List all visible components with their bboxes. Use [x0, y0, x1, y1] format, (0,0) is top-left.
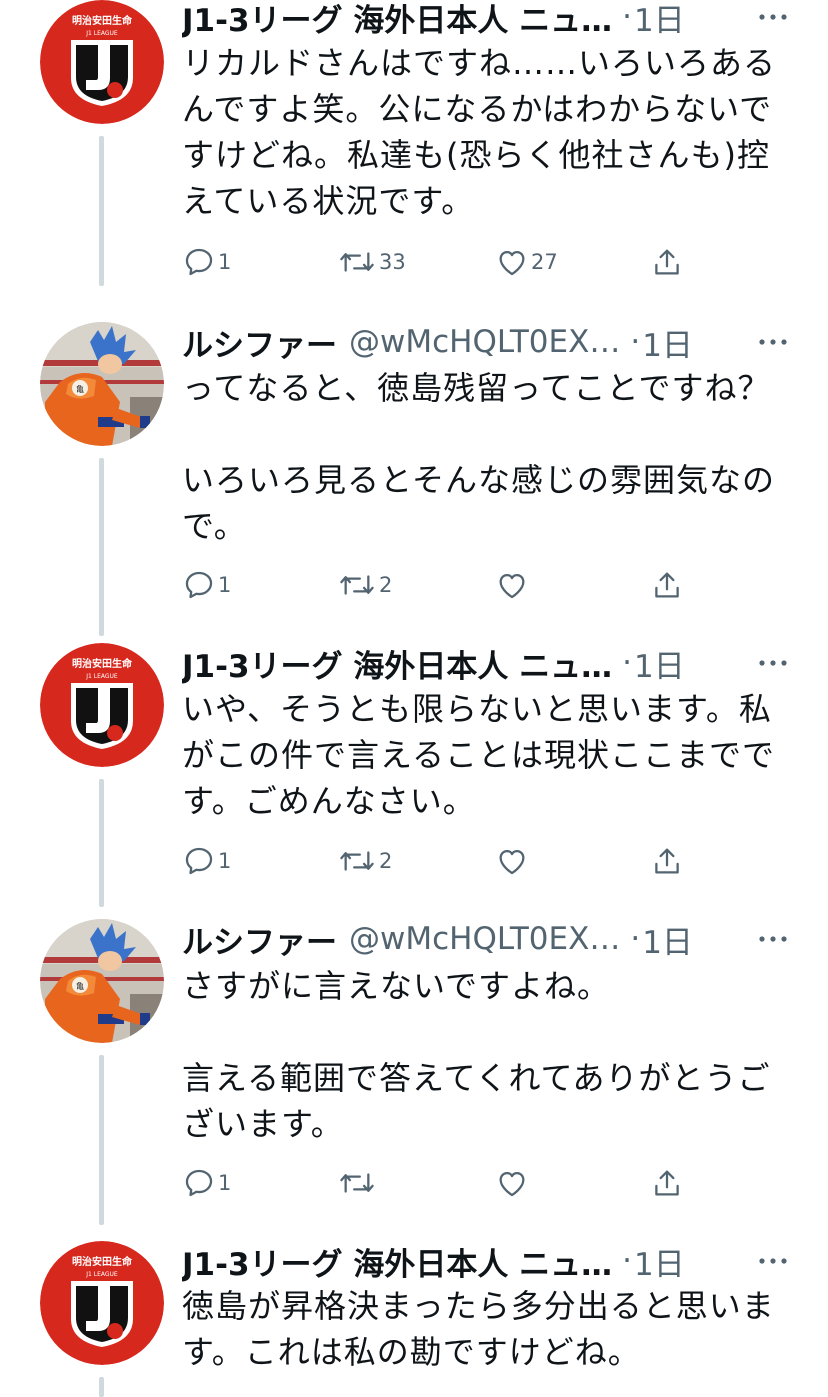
reply-icon — [185, 1169, 213, 1197]
avatar[interactable]: 亀 — [40, 322, 164, 446]
like-count: 27 — [531, 250, 558, 274]
tweet-text: リカルドさんはですね……いろいろあるんですよ笑。公になるかはわからないですけどね… — [182, 44, 777, 220]
more-options-icon[interactable] — [744, 0, 788, 37]
thread-connector-line — [99, 458, 104, 636]
share-icon — [655, 572, 679, 598]
avatar[interactable]: 亀 — [40, 919, 164, 1043]
reply-icon — [185, 847, 213, 875]
thread-connector-line — [99, 1055, 104, 1225]
author-name[interactable]: J1-3リーグ 海外日本人 ニュ… — [182, 641, 612, 686]
heart-icon — [499, 250, 525, 276]
timestamp[interactable]: 1日 — [642, 917, 693, 962]
retweet-count: 2 — [379, 573, 393, 597]
separator-dot: · — [622, 645, 632, 681]
reply-button[interactable]: 1 — [182, 841, 231, 881]
reply-icon — [185, 248, 213, 276]
separator-dot: · — [622, 1243, 632, 1279]
author-name[interactable]: ルシファー — [182, 917, 337, 962]
retweet-count: 2 — [379, 849, 393, 873]
reply-icon — [185, 571, 213, 599]
reply-count: 1 — [218, 849, 232, 873]
share-icon — [655, 848, 679, 874]
jleague-logo-icon: 明治安田生命 J1 LEAGUE — [40, 0, 164, 124]
tweet-text: いや、そうとも限らないと思います。私がこの件で言えることは現状ここまでです。ごめ… — [182, 690, 776, 820]
heart-icon — [499, 849, 525, 875]
svg-text:明治安田生命: 明治安田生命 — [72, 657, 133, 670]
svg-text:J1 LEAGUE: J1 LEAGUE — [85, 30, 118, 37]
more-options-icon[interactable] — [744, 322, 788, 362]
retweet-button[interactable]: 2 — [337, 841, 392, 881]
reply-button[interactable]: 1 — [182, 242, 231, 282]
retweet-icon — [340, 1173, 374, 1193]
separator-dot: · — [622, 0, 632, 35]
svg-text:J1 LEAGUE: J1 LEAGUE — [85, 673, 118, 680]
heart-icon — [499, 1171, 525, 1197]
separator-dot: · — [630, 921, 641, 957]
avatar[interactable]: 明治安田生命 J1 LEAGUE — [40, 643, 164, 767]
retweet-icon — [340, 575, 374, 595]
retweet-icon — [340, 252, 374, 272]
like-button[interactable] — [495, 1163, 531, 1203]
more-options-icon[interactable] — [744, 1241, 788, 1281]
separator-dot: · — [630, 324, 641, 360]
jleague-logo-icon: 明治安田生命 J1 LEAGUE — [40, 643, 164, 767]
timestamp[interactable]: 1日 — [642, 320, 693, 365]
more-dots-icon — [759, 14, 787, 20]
thread-connector-line — [99, 136, 104, 286]
author-name[interactable]: J1-3リーグ 海外日本人 ニュ… — [182, 0, 612, 40]
retweet-button[interactable]: 2 — [337, 565, 392, 605]
retweet-icon — [340, 851, 374, 871]
author-handle[interactable]: @wMcHQLT0EX… — [349, 921, 620, 957]
author-name[interactable]: ルシファー — [182, 320, 337, 365]
share-button[interactable] — [650, 565, 684, 605]
reply-button[interactable]: 1 — [182, 565, 231, 605]
tweet-text: 徳島が昇格決まったら多分出ると思います。これは私の勘ですけどね。 — [182, 1287, 775, 1371]
author-handle[interactable]: @wMcHQLT0EX… — [349, 324, 620, 360]
retweet-button[interactable]: 33 — [337, 242, 406, 282]
goku-figure-photo-icon: 亀 — [40, 322, 164, 446]
heart-icon — [499, 573, 525, 599]
timestamp[interactable]: 1日 — [634, 1239, 685, 1284]
svg-text:明治安田生命: 明治安田生命 — [72, 1255, 133, 1268]
share-icon — [655, 249, 679, 275]
reply-button[interactable]: 1 — [182, 1163, 231, 1203]
more-dots-icon — [759, 339, 787, 345]
reply-count: 1 — [218, 573, 232, 597]
svg-text:亀: 亀 — [76, 384, 84, 394]
share-button[interactable] — [650, 242, 684, 282]
share-button[interactable] — [650, 841, 684, 881]
more-options-icon[interactable] — [744, 643, 788, 683]
like-button[interactable] — [495, 841, 531, 881]
svg-text:J1 LEAGUE: J1 LEAGUE — [85, 1271, 118, 1278]
like-button[interactable] — [495, 565, 531, 605]
tweet-text: ってなると、徳島残留ってことですね？ いろいろ見るとそんな感じの雰囲気なので。 — [182, 369, 776, 545]
conversation-thread: 明治安田生命 J1 LEAGUE J1-3リーグ 海外日本人 ニュ… · 1日 … — [0, 0, 828, 1397]
like-button[interactable]: 27 — [495, 242, 558, 282]
jleague-logo-icon: 明治安田生命 J1 LEAGUE — [40, 1241, 164, 1365]
reply-count: 1 — [218, 250, 232, 274]
share-icon — [655, 1170, 679, 1196]
more-dots-icon — [759, 1258, 787, 1264]
more-options-icon[interactable] — [744, 919, 788, 959]
svg-text:亀: 亀 — [76, 981, 84, 991]
timestamp[interactable]: 1日 — [634, 0, 685, 40]
avatar[interactable]: 明治安田生命 J1 LEAGUE — [40, 0, 164, 124]
goku-figure-photo-icon: 亀 — [40, 919, 164, 1043]
retweet-button[interactable] — [337, 1163, 379, 1203]
more-dots-icon — [759, 936, 787, 942]
author-name[interactable]: J1-3リーグ 海外日本人 ニュ… — [182, 1239, 612, 1284]
svg-text:明治安田生命: 明治安田生命 — [72, 14, 133, 27]
retweet-count: 33 — [379, 250, 406, 274]
thread-connector-line — [99, 1377, 104, 1397]
thread-connector-line — [99, 779, 104, 907]
timestamp[interactable]: 1日 — [634, 641, 685, 686]
avatar[interactable]: 明治安田生命 J1 LEAGUE — [40, 1241, 164, 1365]
reply-count: 1 — [218, 1171, 232, 1195]
more-dots-icon — [759, 660, 787, 666]
tweet-text: さすがに言えないですよね。 言える範囲で答えてくれてありがとうございます。 — [182, 967, 771, 1143]
share-button[interactable] — [650, 1163, 684, 1203]
